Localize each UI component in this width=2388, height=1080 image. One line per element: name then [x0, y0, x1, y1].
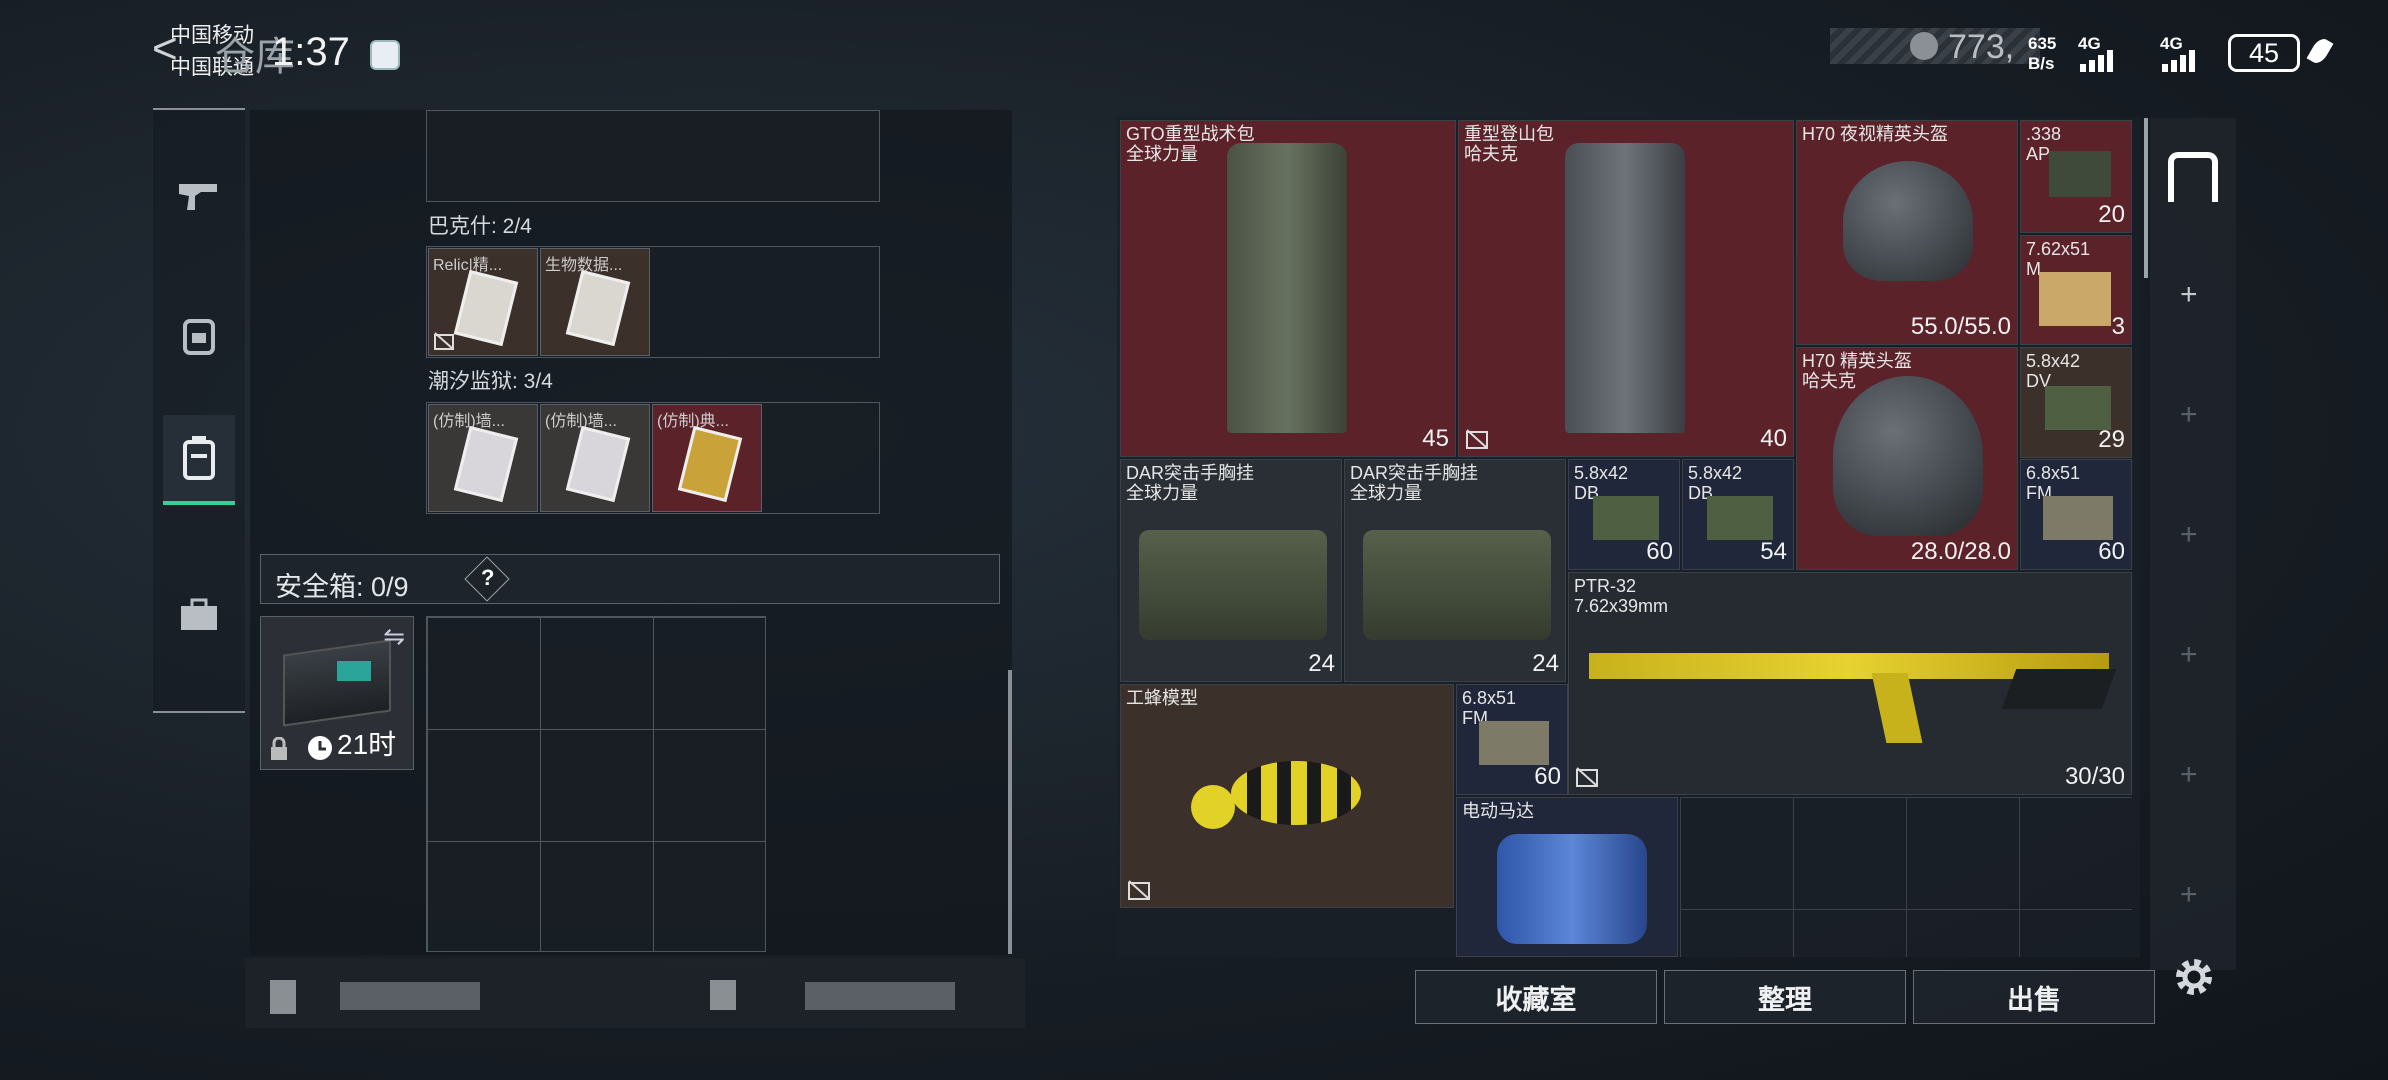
- unbind-icon: [1576, 767, 1598, 787]
- stash-tab-main[interactable]: [2168, 152, 2218, 202]
- clock-icon: [308, 736, 332, 760]
- unbind-icon: [1466, 429, 1488, 449]
- stash-item-wasp-model[interactable]: 工蜂模型: [1120, 684, 1454, 908]
- coin-icon: [1910, 32, 1938, 60]
- rail-weapons[interactable]: [163, 150, 235, 240]
- rail-stash[interactable]: [163, 415, 235, 505]
- stash-item-ptr-32[interactable]: PTR-32 7.62x39mm 30/30: [1568, 572, 2132, 795]
- unbind-icon: [1128, 880, 1150, 900]
- backpack-grid-top: [426, 110, 880, 202]
- safebox-label: 安全箱: 0/9: [275, 572, 409, 602]
- safebox-card[interactable]: ⇋ 21时: [260, 616, 414, 770]
- leaf-icon: [2306, 35, 2334, 67]
- stash-scrollbar[interactable]: [2144, 118, 2148, 278]
- stash-item-68x51-fm-1[interactable]: 6.8x51 FM 60: [2020, 459, 2132, 570]
- category-rail: [153, 108, 245, 713]
- lock-icon: [271, 737, 287, 760]
- unbind-icon: [434, 332, 454, 350]
- stash-item-dar-rig-1[interactable]: DAR突击手胸挂 全球力量 24: [1120, 459, 1342, 682]
- stash-item-heavy-backpack[interactable]: 重型登山包 哈夫克 40: [1458, 120, 1794, 457]
- add-tab-2-plus-icon[interactable]: +: [2180, 398, 2198, 432]
- stash-item-electric-motor[interactable]: 电动马达: [1456, 797, 1678, 957]
- container-icon: [183, 436, 215, 480]
- currency-value: 773,: [1948, 28, 2015, 66]
- rail-gear[interactable]: [163, 290, 235, 380]
- stash-grid: GTO重型战术包 全球力量 45 重型登山包 哈夫克 40 H70 夜视精英头盔…: [1117, 117, 2140, 957]
- net-speed: 635 B/s: [2028, 34, 2057, 73]
- stash-item-762x51[interactable]: 7.62x51 M 3: [2020, 235, 2132, 345]
- container-1-label: 巴克什: 2/4: [428, 215, 532, 238]
- sell-button[interactable]: 出售: [1913, 970, 2155, 1024]
- stash-item-68x51-fm-2[interactable]: 6.8x51 FM 60: [1456, 684, 1568, 795]
- stash-item-gto-backpack[interactable]: GTO重型战术包 全球力量 45: [1120, 120, 1456, 457]
- stash-item-58x42-db-2[interactable]: 5.8x42 DB 54: [1682, 459, 1794, 570]
- stash-item-h70-helmet[interactable]: H70 精英头盔 哈夫克 28.0/28.0: [1796, 347, 2018, 570]
- container-2-slot-3[interactable]: (仿制)典...: [652, 404, 762, 512]
- container-1-slot-2[interactable]: 生物数据...: [540, 248, 650, 356]
- add-tab-6-plus-icon[interactable]: +: [2180, 878, 2198, 912]
- back-icon[interactable]: <: [152, 24, 178, 74]
- backpack-icon: [183, 319, 215, 355]
- briefcase-icon: [181, 598, 217, 630]
- loadout-panel: 巴克什: 2/4 Relic|精... 生物数据... 潮汐监狱: 3/4 (仿…: [250, 110, 1012, 955]
- stash-item-338-ap[interactable]: .338 AP 20: [2020, 120, 2132, 233]
- gear-icon[interactable]: [2172, 955, 2216, 999]
- add-tab-4-plus-icon[interactable]: +: [2180, 638, 2198, 672]
- stash-item-h70-nvg-helmet[interactable]: H70 夜视精英头盔 55.0/55.0: [1796, 120, 2018, 345]
- collection-room-button[interactable]: 收藏室: [1415, 970, 1657, 1024]
- safebox-header: 安全箱: 0/9 ?: [260, 554, 1000, 604]
- rail-tools[interactable]: [163, 570, 235, 660]
- swap-icon[interactable]: ⇋: [383, 621, 405, 652]
- container-2-label: 潮汐监狱: 3/4: [428, 370, 553, 393]
- clock-time: 1:37: [272, 30, 350, 74]
- safebox-grid: [426, 616, 766, 952]
- safebox-latch: [337, 661, 371, 681]
- add-tab-1-plus-icon[interactable]: +: [2180, 278, 2198, 312]
- left-scrollbar[interactable]: [1008, 670, 1012, 954]
- container-2-slot-2[interactable]: (仿制)墙...: [540, 404, 650, 512]
- status-bar: 中国移动 中国联通 < 仓库 1:37 773, 635 B/s 4G 4G 45: [0, 0, 2388, 80]
- notification-icon: [370, 40, 400, 70]
- pistol-icon: [179, 184, 217, 210]
- stash-item-58x42-db-1[interactable]: 5.8x42 DB 60: [1568, 459, 1680, 570]
- container-2-slot-1[interactable]: (仿制)墙...: [428, 404, 538, 512]
- safebox-timer: 21时: [337, 729, 397, 760]
- help-icon: ?: [481, 565, 495, 590]
- stash-empty-area: [1680, 797, 2132, 957]
- container-1-slot-1[interactable]: Relic|精...: [428, 248, 538, 356]
- add-tab-5-plus-icon[interactable]: +: [2180, 758, 2198, 792]
- stash-item-58x42-dv[interactable]: 5.8x42 DV 29: [2020, 347, 2132, 458]
- safebox-image: [283, 639, 391, 727]
- battery-icon: 45: [2228, 34, 2300, 72]
- signal-bars-icon-2: [2162, 50, 2195, 72]
- stash-tabs: + + + + + +: [2150, 118, 2236, 970]
- blurred-info-bar: [245, 958, 1025, 1028]
- add-tab-3-plus-icon[interactable]: +: [2180, 518, 2198, 552]
- signal-bars-icon: [2080, 50, 2113, 72]
- stash-item-dar-rig-2[interactable]: DAR突击手胸挂 全球力量 24: [1344, 459, 1566, 682]
- sort-button[interactable]: 整理: [1664, 970, 1906, 1024]
